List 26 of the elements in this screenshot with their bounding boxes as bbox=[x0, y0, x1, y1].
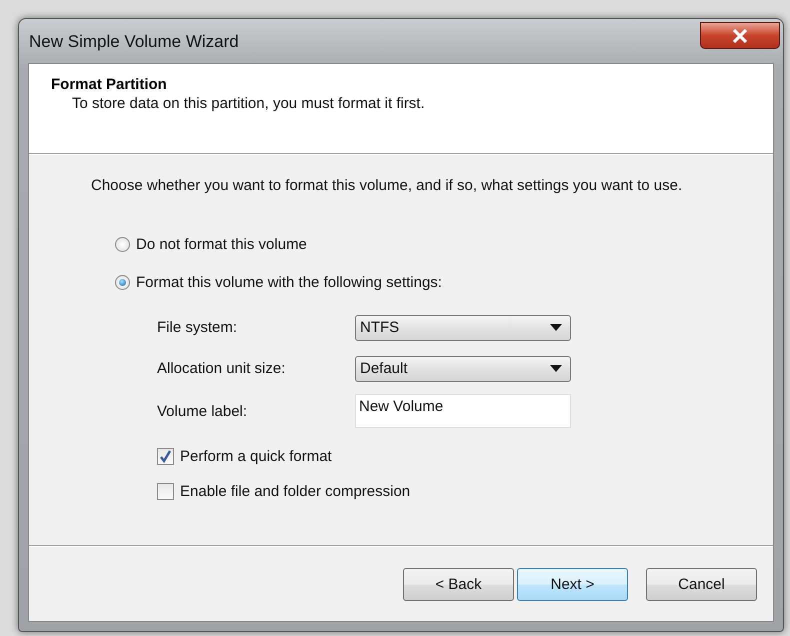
dropdown[interactable]: Default bbox=[355, 356, 571, 382]
radio-label[interactable]: Format this volume with the following settings: bbox=[136, 274, 442, 290]
dropdown[interactable]: NTFS bbox=[355, 314, 571, 340]
wizard-button[interactable]: Cancel bbox=[646, 568, 757, 601]
instruction-text: Choose whether you want to format this volume, and if so, what settings you want to use. bbox=[91, 177, 682, 194]
radio-button[interactable] bbox=[115, 274, 130, 290]
field-label: Allocation unit size: bbox=[157, 360, 286, 377]
page-title: Format Partition bbox=[51, 76, 167, 93]
field-label: File system: bbox=[157, 319, 238, 336]
check-icon bbox=[159, 450, 172, 462]
caret-icon bbox=[550, 324, 562, 331]
checkbox[interactable] bbox=[157, 482, 174, 500]
wizard-button[interactable]: Next > bbox=[517, 568, 628, 601]
close-icon bbox=[731, 28, 749, 42]
wizard-button[interactable]: < Back bbox=[403, 568, 514, 601]
radio-label[interactable]: Do not format this volume bbox=[136, 236, 307, 252]
page-subtitle: To store data on this partition, you must format it first. bbox=[72, 95, 425, 112]
radio-button[interactable] bbox=[115, 236, 130, 252]
window-title: New Simple Volume Wizard bbox=[29, 32, 239, 52]
checkbox-label[interactable]: Perform a quick format bbox=[180, 448, 332, 464]
volume-label-field[interactable]: New Volume bbox=[355, 394, 571, 428]
checkbox[interactable] bbox=[157, 448, 174, 464]
field-label: Volume label: bbox=[157, 402, 248, 420]
caret-icon bbox=[550, 365, 562, 372]
close-button[interactable] bbox=[700, 22, 780, 49]
checkbox-label[interactable]: Enable file and folder compression bbox=[180, 482, 410, 500]
